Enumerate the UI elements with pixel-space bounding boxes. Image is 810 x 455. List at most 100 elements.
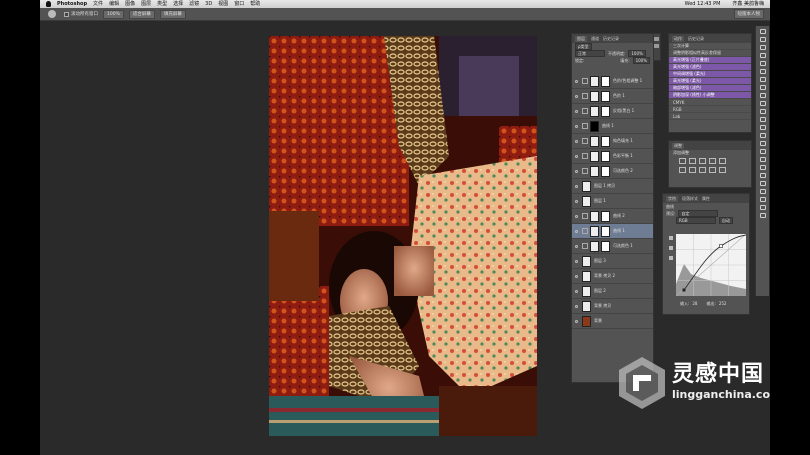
visibility-eye-icon[interactable]: [575, 184, 578, 188]
visibility-eye-icon[interactable]: [575, 229, 578, 233]
crop-tool-icon[interactable]: [759, 61, 766, 66]
visibility-eye-icon[interactable]: [575, 304, 578, 308]
layer-row[interactable]: 背景 拷贝 2: [572, 269, 653, 284]
fit-screen-button[interactable]: 适合屏幕: [128, 9, 155, 19]
layer-row[interactable]: 图层 3: [572, 254, 653, 269]
history-action-item[interactable]: Lab: [669, 113, 751, 120]
visibility-eye-icon[interactable]: [575, 259, 578, 263]
swap-colors-tool-icon[interactable]: [759, 189, 766, 194]
blur-tool-icon[interactable]: [759, 125, 766, 130]
type-tool-icon[interactable]: [759, 149, 766, 154]
photo-filter-icon[interactable]: [709, 167, 716, 173]
visibility-eye-icon[interactable]: [575, 319, 578, 323]
actions-dock-icon[interactable]: [654, 44, 659, 48]
visibility-eye-icon[interactable]: [575, 154, 578, 158]
menu-type[interactable]: 类型: [157, 0, 167, 8]
layer-row[interactable]: 背景 拷贝: [572, 299, 653, 314]
history-action-item[interactable]: CMYK: [669, 99, 751, 106]
tab-channels[interactable]: 通道: [591, 36, 599, 42]
document-canvas[interactable]: [269, 36, 537, 436]
quick-select-tool-icon[interactable]: [759, 53, 766, 58]
preset-select[interactable]: 自定: [678, 210, 719, 217]
layer-row[interactable]: 色阶 1: [572, 89, 653, 104]
visibility-eye-icon[interactable]: [575, 214, 578, 218]
visibility-eye-icon[interactable]: [575, 289, 578, 293]
layer-row[interactable]: 背景: [572, 314, 653, 329]
layer-row[interactable]: 曲线 1: [572, 224, 653, 239]
layer-mask-thumbnail[interactable]: [601, 90, 610, 102]
hue-saturation-icon[interactable]: [679, 167, 686, 173]
layer-mask-thumbnail[interactable]: [601, 225, 610, 237]
pen-tool-icon[interactable]: [759, 141, 766, 146]
history-action-item[interactable]: 调整阴影相似性高反差保留: [669, 50, 751, 57]
layer-row[interactable]: 纯色填充 1: [572, 134, 653, 149]
history-action-item[interactable]: 阴影加深 (线性) 小调整: [669, 92, 751, 99]
hand-tool-icon[interactable]: [759, 173, 766, 178]
menu-help[interactable]: 帮助: [250, 0, 260, 8]
layer-row[interactable]: 图层 2: [572, 284, 653, 299]
layer-row[interactable]: 图层 1 拷贝: [572, 179, 653, 194]
layer-mask-thumbnail[interactable]: [601, 165, 610, 177]
path-select-tool-icon[interactable]: [759, 157, 766, 162]
layer-mask-thumbnail[interactable]: [601, 75, 610, 87]
layer-row[interactable]: 曲线 2: [572, 209, 653, 224]
output-value[interactable]: 252: [719, 301, 727, 306]
layer-row[interactable]: 图层 1: [572, 194, 653, 209]
hand-tool-icon[interactable]: [48, 10, 56, 18]
history-brush-tool-icon[interactable]: [759, 101, 766, 106]
history-action-item[interactable]: RGB: [669, 106, 751, 113]
history-action-item[interactable]: 三次计算: [669, 43, 751, 50]
layer-mask-thumbnail[interactable]: [601, 105, 610, 117]
blend-mode-select[interactable]: 正常: [575, 50, 605, 57]
apple-icon[interactable]: [46, 1, 51, 7]
opacity-input[interactable]: 100%: [628, 50, 646, 57]
clone-tool-icon[interactable]: [759, 93, 766, 98]
shape-tool-icon[interactable]: [759, 165, 766, 170]
layer-mask-thumbnail[interactable]: [601, 150, 610, 162]
quick-mask-tool-icon[interactable]: [759, 205, 766, 210]
input-value[interactable]: 28: [692, 301, 697, 306]
color-balance-icon[interactable]: [689, 167, 696, 173]
menu-3d[interactable]: 3D: [205, 0, 212, 8]
layer-mask-thumbnail[interactable]: [601, 135, 610, 147]
history-action-item[interactable]: 高光增强 (柔光): [669, 78, 751, 85]
workspace-switcher[interactable]: 短版本人物: [733, 9, 764, 19]
history-dock-icon[interactable]: [654, 37, 659, 41]
layer-row[interactable]: 色彩平衡 1: [572, 149, 653, 164]
zoom-100-button[interactable]: 100%: [103, 9, 124, 19]
menu-edit[interactable]: 编辑: [109, 0, 119, 8]
screen-mode-tool-icon[interactable]: [759, 213, 766, 218]
brush-tool-icon[interactable]: [759, 85, 766, 90]
channel-select[interactable]: RGB: [676, 217, 716, 224]
curves-icon[interactable]: [699, 158, 706, 164]
visibility-eye-icon[interactable]: [575, 274, 578, 278]
channel-mixer-icon[interactable]: [719, 167, 726, 173]
menu-image[interactable]: 图像: [125, 0, 135, 8]
visibility-eye-icon[interactable]: [575, 169, 578, 173]
layer-mask-thumbnail[interactable]: [601, 210, 610, 222]
history-action-item[interactable]: 高光增强 (正片叠底): [669, 57, 751, 64]
dodge-tool-icon[interactable]: [759, 133, 766, 138]
marquee-tool-icon[interactable]: [759, 37, 766, 42]
tab-history[interactable]: 历史记录: [603, 36, 619, 42]
fill-input[interactable]: 100%: [632, 57, 650, 64]
gradient-tool-icon[interactable]: [759, 117, 766, 122]
tab-character[interactable]: 字符: [666, 195, 678, 202]
visibility-eye-icon[interactable]: [575, 244, 578, 248]
history-action-item[interactable]: 高光增强 (滤色): [669, 64, 751, 71]
visibility-eye-icon[interactable]: [575, 139, 578, 143]
eyedropper-icon[interactable]: [669, 256, 673, 260]
healing-tool-icon[interactable]: [759, 77, 766, 82]
scroll-all-checkbox[interactable]: [64, 11, 69, 17]
brightness-icon[interactable]: [679, 158, 686, 164]
visibility-eye-icon[interactable]: [575, 94, 578, 98]
menu-window[interactable]: 窗口: [234, 0, 244, 8]
black-white-icon[interactable]: [699, 167, 706, 173]
auto-button[interactable]: 自动: [719, 217, 733, 224]
visibility-eye-icon[interactable]: [575, 109, 578, 113]
menu-select[interactable]: 选择: [173, 0, 183, 8]
move-tool-icon[interactable]: [759, 29, 766, 34]
menu-app[interactable]: Photoshop: [57, 0, 87, 8]
tab-actions[interactable]: 动作: [672, 35, 684, 42]
menu-user[interactable]: 齐鑫 美鸽鲁嗨: [732, 0, 764, 8]
